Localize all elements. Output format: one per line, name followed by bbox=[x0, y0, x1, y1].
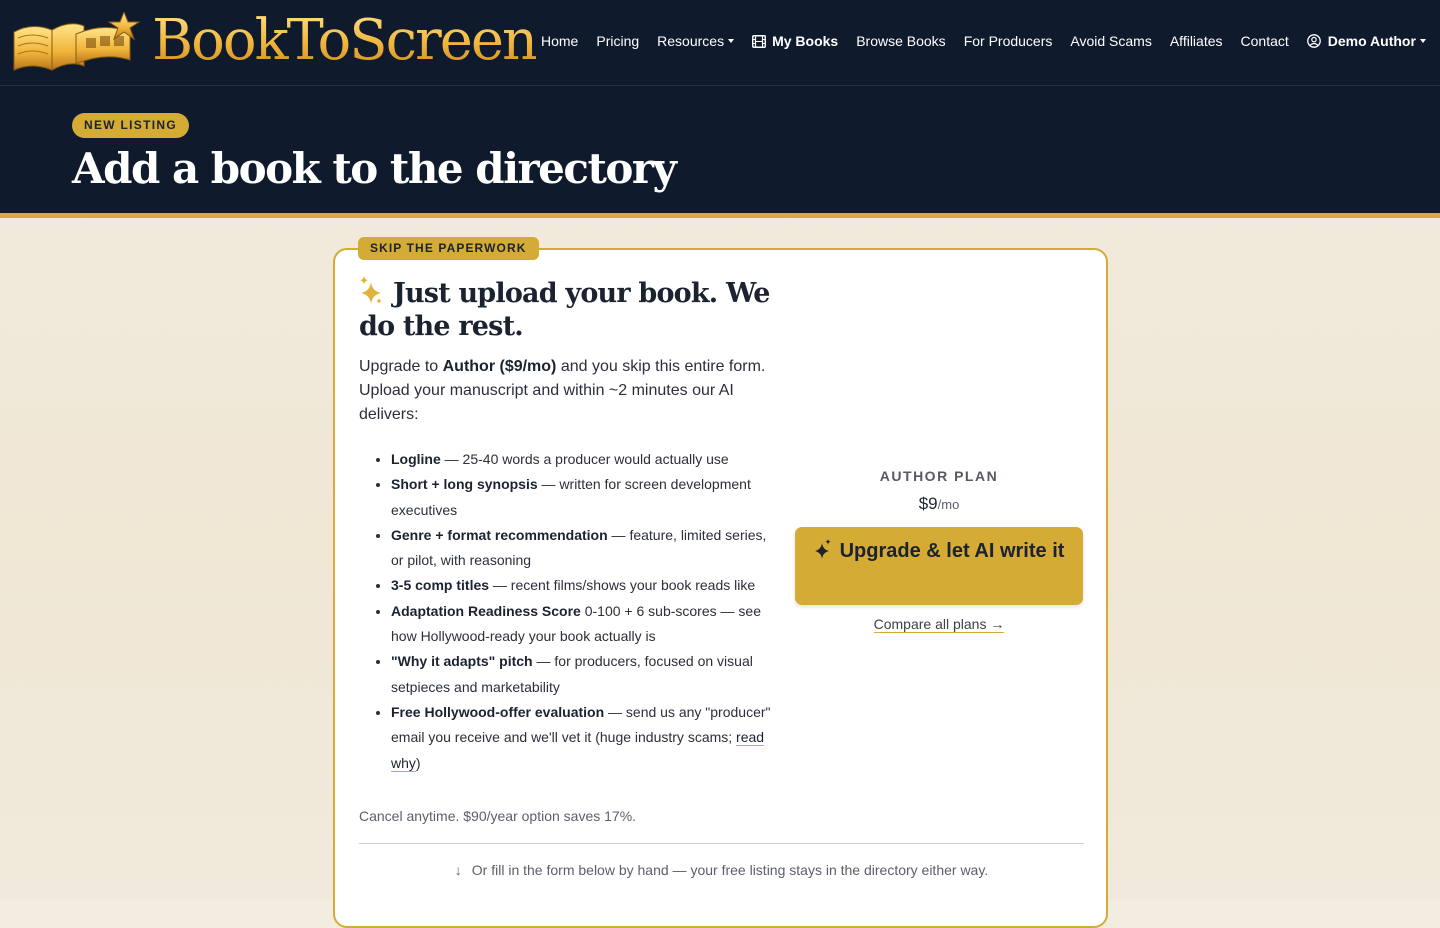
nav-home-label: Home bbox=[541, 33, 579, 49]
nav-browse-books-label: Browse Books bbox=[856, 33, 946, 49]
divider bbox=[359, 843, 1084, 844]
feature-title: Logline bbox=[391, 451, 441, 467]
feature-item: 3-5 comp titles — recent films/shows you… bbox=[391, 573, 773, 598]
brand-logo[interactable]: BookToScreen bbox=[12, 8, 538, 74]
fill-form-note: ↓ Or fill in the form below by hand — you… bbox=[359, 862, 1084, 878]
feature-list: Logline — 25-40 words a producer would a… bbox=[391, 447, 773, 776]
arrow-down-icon: ↓ bbox=[454, 862, 462, 878]
upgrade-card-content: Just upload your book. We do the rest. U… bbox=[359, 276, 773, 776]
upgrade-button[interactable]: Upgrade & let AI write it bbox=[795, 527, 1083, 605]
book-film-logo-icon bbox=[13, 12, 141, 71]
feature-title: Genre + format recommendation bbox=[391, 526, 608, 543]
fill-note-text: Or fill in the form below by hand — your… bbox=[471, 862, 989, 878]
skip-paperwork-tag: SKIP THE PAPERWORK bbox=[358, 237, 539, 260]
nav-links: Home Pricing Resources My Books Browse B… bbox=[541, 33, 1440, 49]
feature-item: Short + long synopsis — written for scre… bbox=[391, 472, 773, 523]
chevron-down-icon bbox=[1419, 39, 1426, 43]
feature-item: Genre + format recommendation — feature,… bbox=[391, 523, 773, 574]
nav-affiliates-label: Affiliates bbox=[1169, 33, 1223, 49]
sparkles-icon bbox=[814, 539, 831, 559]
intro-prefix: Upgrade to bbox=[359, 358, 443, 375]
compare-plans-label: Compare all plans → bbox=[873, 616, 1005, 633]
feature-text: — 25-40 words a producer would actually … bbox=[440, 451, 729, 467]
nav-pricing[interactable]: Pricing bbox=[596, 33, 639, 49]
card-title-text: Just upload your book. We do the rest. bbox=[359, 278, 770, 342]
nav-resources-dropdown[interactable]: Resources bbox=[657, 33, 735, 49]
feature-title: Adaptation Readiness Score bbox=[391, 602, 581, 619]
nav-my-books-label: My Books bbox=[772, 33, 839, 49]
feature-title: Short + long synopsis bbox=[391, 476, 538, 493]
nav-pricing-label: Pricing bbox=[596, 33, 640, 49]
feature-title: "Why it adapts" pitch bbox=[391, 653, 533, 670]
sparkles-icon bbox=[360, 276, 382, 304]
nav-contact-label: Contact bbox=[1240, 33, 1289, 49]
plan-price-amount: $9 bbox=[918, 494, 938, 513]
user-name: Demo Author bbox=[1327, 33, 1416, 49]
new-listing-badge: NEW LISTING bbox=[72, 113, 189, 138]
nav-affiliates[interactable]: Affiliates bbox=[1170, 33, 1223, 49]
card-title: Just upload your book. We do the rest. bbox=[359, 276, 773, 343]
nav-avoid-scams[interactable]: Avoid Scams bbox=[1070, 33, 1151, 49]
nav-home[interactable]: Home bbox=[541, 33, 578, 49]
feature-text: — recent films/shows your book reads lik… bbox=[489, 577, 756, 594]
film-icon bbox=[752, 34, 767, 48]
brand-name: BookToScreen bbox=[152, 8, 538, 73]
nav-for-producers[interactable]: For Producers bbox=[964, 33, 1053, 49]
feature-item: Adaptation Readiness Score 0-100 + 6 sub… bbox=[391, 599, 773, 650]
nav-my-books[interactable]: My Books bbox=[752, 33, 838, 49]
nav-for-producers-label: For Producers bbox=[963, 33, 1053, 49]
nav-browse-books[interactable]: Browse Books bbox=[856, 33, 945, 49]
intro-paragraph: Upgrade to Author ($9/mo) and you skip t… bbox=[359, 355, 773, 427]
chevron-down-icon bbox=[728, 39, 735, 43]
top-nav: BookToScreen Home Pricing Resources My B… bbox=[0, 0, 1440, 86]
feature-item: Logline — 25-40 words a producer would a… bbox=[391, 447, 773, 472]
intro-plan: Author ($9/mo) bbox=[442, 358, 557, 375]
feature-title: Free Hollywood-offer evaluation bbox=[391, 703, 605, 720]
nav-resources-label: Resources bbox=[657, 33, 725, 49]
feature-title: 3-5 comp titles bbox=[391, 577, 490, 594]
feature-tail: ) bbox=[415, 754, 421, 771]
plan-price: $9/mo bbox=[795, 494, 1083, 514]
plan-label: AUTHOR PLAN bbox=[879, 468, 999, 484]
feature-item: Free Hollywood-offer evaluation — send u… bbox=[391, 700, 773, 776]
page-hero: NEW LISTING Add a book to the directory bbox=[0, 86, 1440, 218]
nav-avoid-scams-label: Avoid Scams bbox=[1070, 33, 1152, 49]
user-circle-icon bbox=[1306, 34, 1321, 48]
cancel-note: Cancel anytime. $90/year option saves 17… bbox=[359, 808, 637, 824]
feature-item: "Why it adapts" pitch — for producers, f… bbox=[391, 649, 773, 700]
plan-price-period: /mo bbox=[937, 497, 960, 512]
nav-contact[interactable]: Contact bbox=[1241, 33, 1289, 49]
upgrade-button-label: Upgrade & let AI write it bbox=[839, 540, 1065, 562]
compare-plans-link[interactable]: Compare all plans → bbox=[795, 616, 1083, 633]
page-title: Add a book to the directory bbox=[72, 144, 677, 193]
upgrade-card: Just upload your book. We do the rest. U… bbox=[333, 248, 1108, 928]
user-menu-dropdown[interactable]: Demo Author bbox=[1306, 33, 1426, 49]
